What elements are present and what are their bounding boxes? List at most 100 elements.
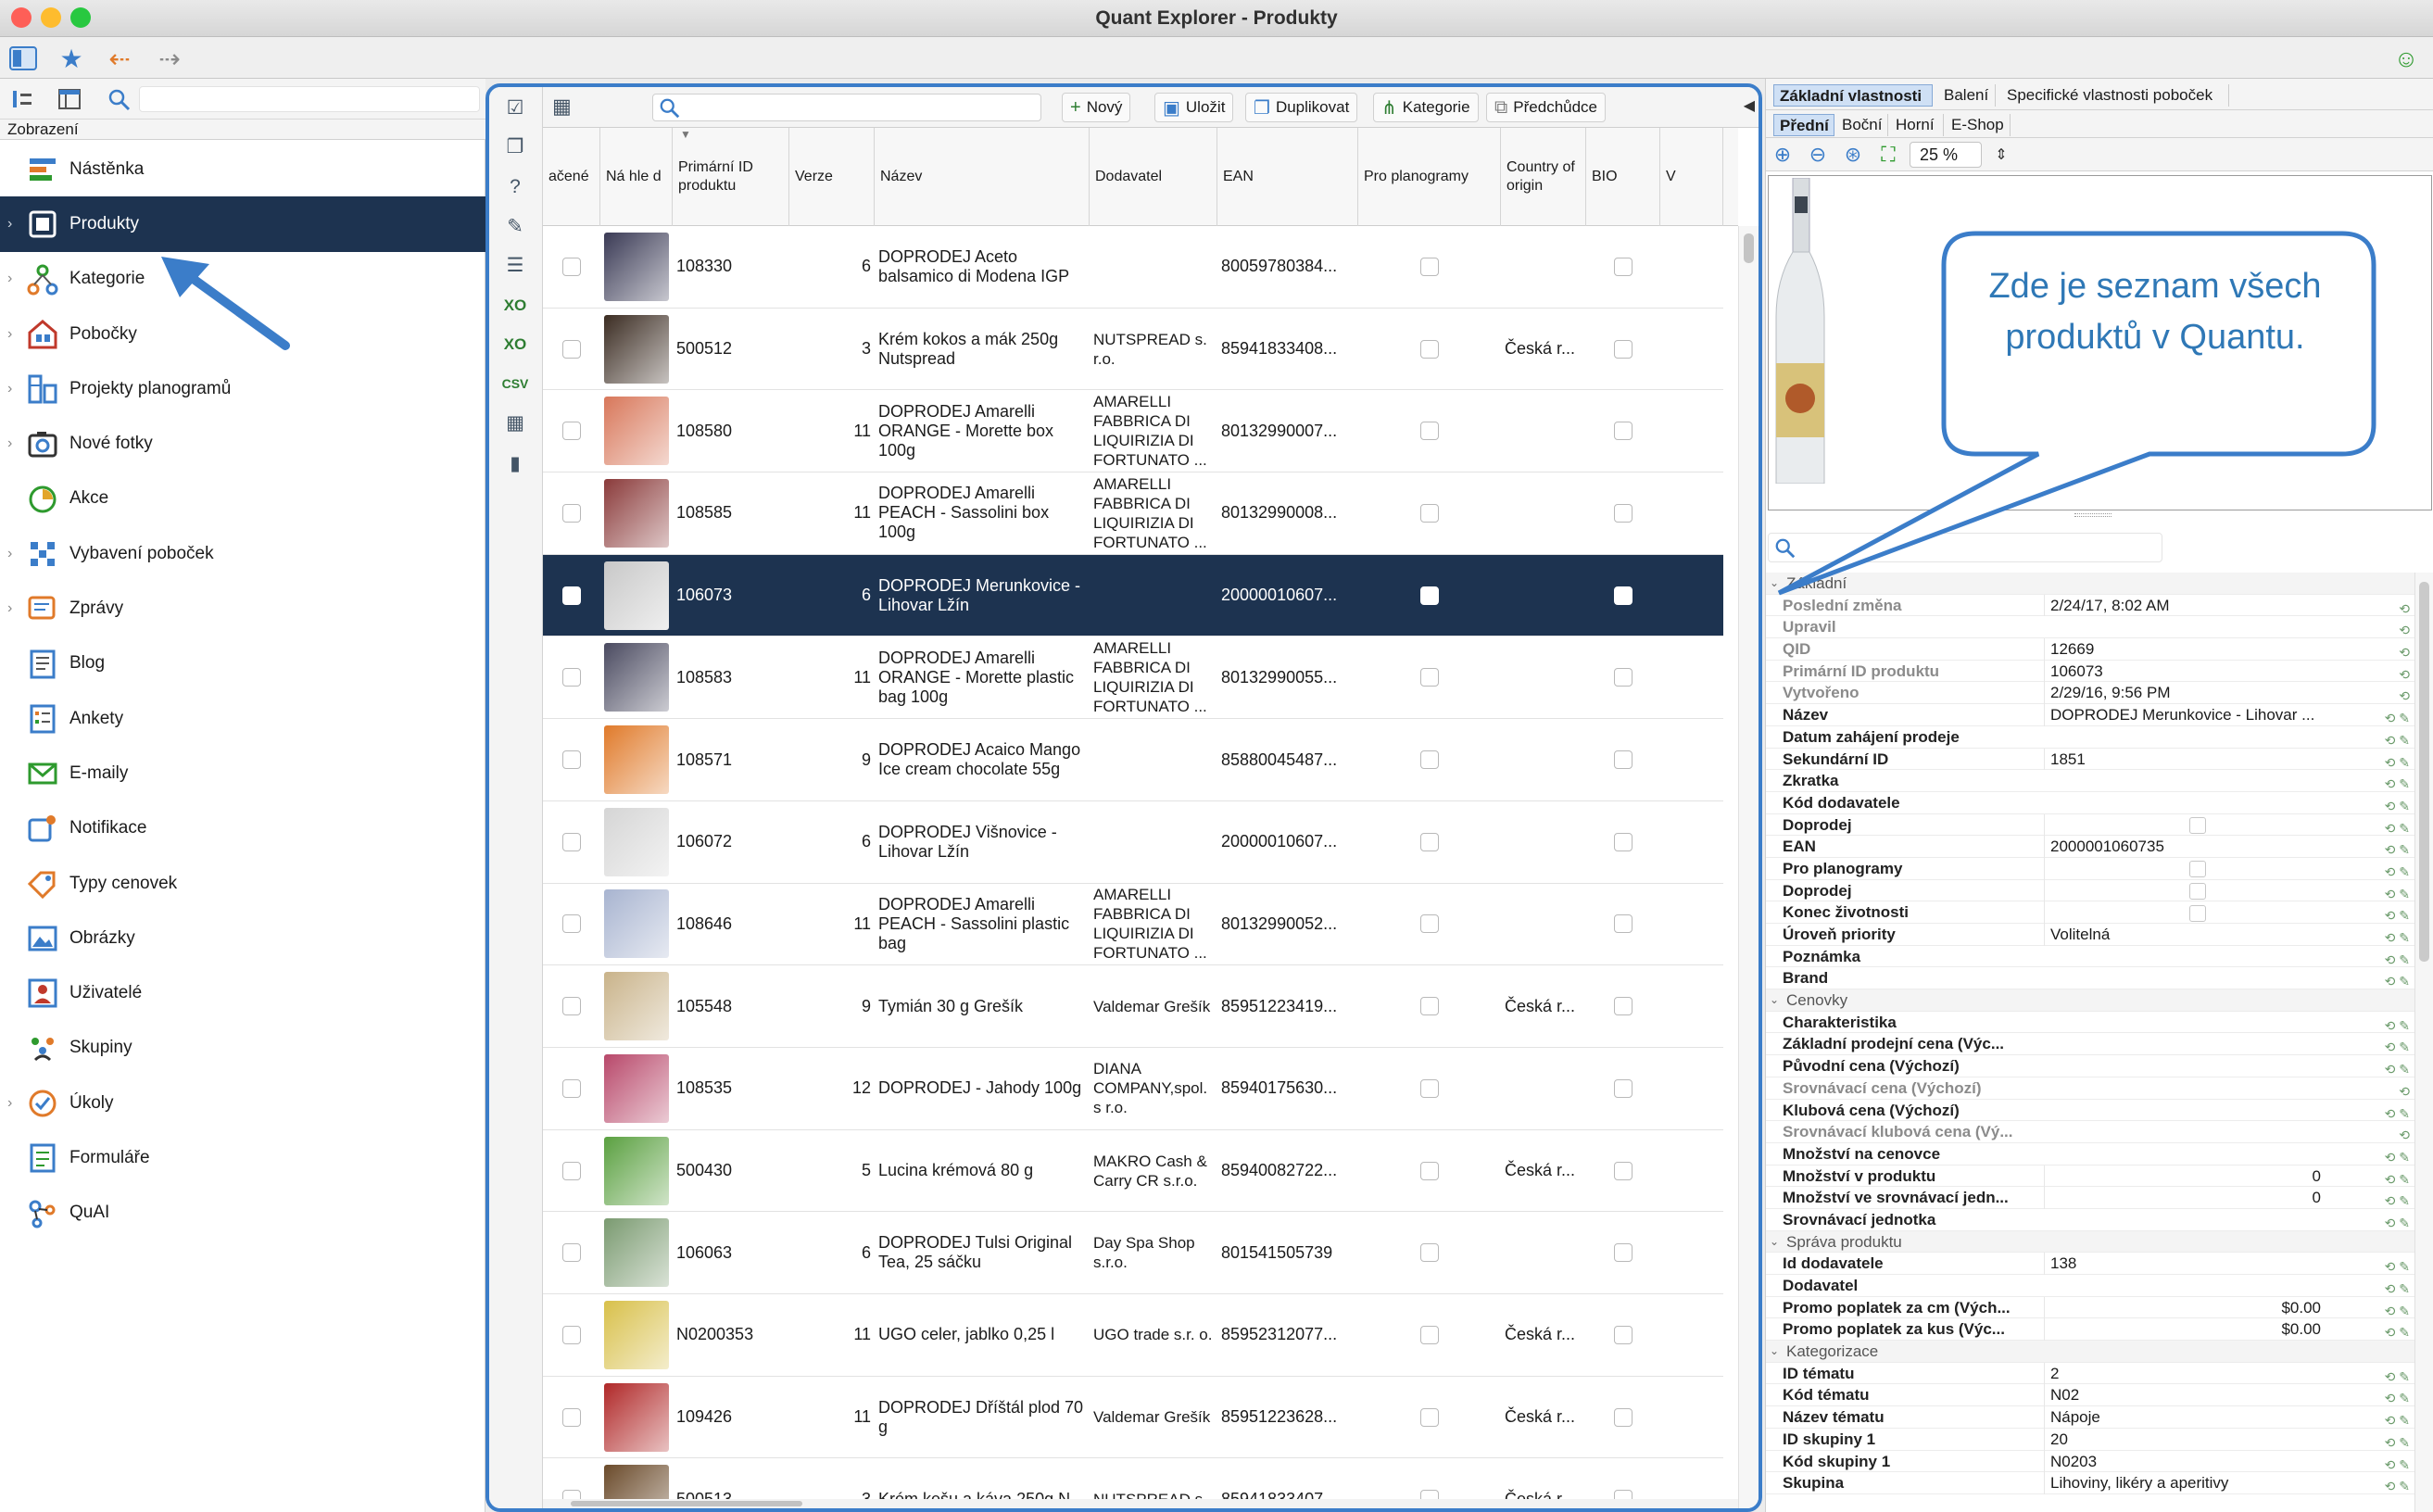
row-checkbox[interactable] bbox=[562, 1078, 581, 1098]
column-header[interactable]: Verze bbox=[789, 128, 875, 226]
sidebar-search-icon[interactable] bbox=[107, 88, 132, 112]
property-row[interactable]: ID tématu 2 ⟲ ✎ bbox=[1766, 1362, 2415, 1385]
property-value[interactable]: Lihoviny, likéry a aperitivy bbox=[2044, 1472, 2326, 1494]
sidebar-item[interactable]: › Vybavení poboček bbox=[0, 526, 485, 581]
sidebar-item[interactable]: Formuláře bbox=[0, 1130, 485, 1185]
panel-collapse-icon[interactable]: ◀ bbox=[1744, 96, 1755, 115]
image-view-tab[interactable]: Přední bbox=[1773, 114, 1834, 136]
copy-icon[interactable]: ❐ bbox=[500, 132, 530, 161]
property-row[interactable]: EAN 2000001060735 ⟲ ✎ bbox=[1766, 836, 2415, 858]
sidebar-item[interactable]: Obrázky bbox=[0, 911, 485, 965]
image-view-tab[interactable]: Boční bbox=[1836, 114, 1888, 136]
column-header[interactable]: Dodavatel bbox=[1090, 128, 1217, 226]
table-row[interactable]: 106072 6 DOPRODEJ Višnovice - Lihovar Lžín… bbox=[543, 801, 1723, 884]
sidebar-item[interactable]: Skupiny bbox=[0, 1021, 485, 1076]
sidebar-item[interactable]: Blog bbox=[0, 636, 485, 691]
property-value[interactable]: Nápoje bbox=[2044, 1406, 2326, 1429]
new-button[interactable]: + Nový bbox=[1062, 93, 1131, 122]
bio-checkbox[interactable] bbox=[1614, 1325, 1633, 1344]
sidebar-item[interactable]: Akce bbox=[0, 472, 485, 526]
table-horizontal-scrollbar[interactable] bbox=[543, 1499, 1738, 1508]
import-xls-icon[interactable]: XO bbox=[500, 330, 530, 359]
sidebar-item[interactable]: QuAI bbox=[0, 1186, 485, 1241]
row-checkbox[interactable] bbox=[562, 668, 581, 687]
property-row[interactable]: Srovnávací klubová cena (Vý... ⟲ bbox=[1766, 1121, 2415, 1143]
chevron-right-icon[interactable]: › bbox=[7, 381, 12, 397]
help-icon[interactable]: ? bbox=[500, 172, 530, 202]
property-value[interactable]: N02 bbox=[2044, 1384, 2326, 1407]
bio-checkbox[interactable] bbox=[1614, 586, 1633, 605]
property-row[interactable]: Sekundární ID 1851 ⟲ ✎ bbox=[1766, 748, 2415, 771]
property-checkbox[interactable] bbox=[2189, 817, 2206, 835]
property-section-header[interactable]: ⌄ Cenovky bbox=[1766, 989, 2415, 1012]
bio-checkbox[interactable] bbox=[1614, 914, 1633, 934]
chevron-right-icon[interactable]: › bbox=[7, 216, 12, 233]
property-row[interactable]: Datum zahájení prodeje ⟲ ✎ bbox=[1766, 726, 2415, 749]
planogram-checkbox[interactable] bbox=[1420, 1161, 1439, 1180]
table-search-input[interactable] bbox=[652, 94, 1041, 121]
sort-arrow-icon[interactable]: ▼ bbox=[680, 128, 691, 141]
chevron-right-icon[interactable]: › bbox=[7, 326, 12, 343]
back-arrow-icon[interactable]: ⇠ bbox=[104, 43, 135, 74]
zoom-level-field[interactable]: 25 % bbox=[1910, 142, 1982, 168]
column-header[interactable]: EAN bbox=[1217, 128, 1358, 226]
property-row[interactable]: Doprodej ⟲ ✎ bbox=[1766, 813, 2415, 837]
bio-checkbox[interactable] bbox=[1614, 422, 1633, 441]
export-csv-icon[interactable]: CSV bbox=[500, 369, 530, 398]
planogram-checkbox[interactable] bbox=[1420, 997, 1439, 1016]
property-value[interactable]: 2000001060735 bbox=[2044, 836, 2326, 858]
planogram-checkbox[interactable] bbox=[1420, 1078, 1439, 1098]
property-row[interactable]: Brand ⟲ ✎ bbox=[1766, 967, 2415, 990]
table-row[interactable]: 108583 11 DOPRODEJ Amarelli ORANGE - Moret… bbox=[543, 637, 1723, 720]
detail-tab[interactable]: Balení bbox=[1938, 84, 1996, 107]
table-row[interactable]: 106063 6 DOPRODEJ Tulsi Original Tea, 25 s… bbox=[543, 1212, 1723, 1295]
bio-checkbox[interactable] bbox=[1614, 832, 1633, 851]
property-value[interactable]: 138 bbox=[2044, 1253, 2326, 1276]
chevron-down-icon[interactable]: ⌄ bbox=[1770, 989, 1779, 1012]
table-settings-icon[interactable]: ▦ bbox=[500, 408, 530, 437]
chart-icon[interactable]: ▮ bbox=[500, 448, 530, 478]
planogram-checkbox[interactable] bbox=[1420, 914, 1439, 934]
property-row[interactable]: Doprodej ⟲ ✎ bbox=[1766, 879, 2415, 902]
property-row[interactable]: Kód dodavatele ⟲ ✎ bbox=[1766, 792, 2415, 814]
bio-checkbox[interactable] bbox=[1614, 257, 1633, 276]
table-row[interactable]: N0200353 11 UGO celer, jablko 0,25 l UGO tr… bbox=[543, 1294, 1723, 1377]
status-smiley-icon[interactable]: ☺ bbox=[2390, 43, 2422, 74]
property-row[interactable]: QID 12669 ⟲ bbox=[1766, 638, 2415, 661]
sidebar-item[interactable]: › Nové fotky bbox=[0, 416, 485, 471]
property-row[interactable]: Základní prodejní cena (Výc... ⟲ ✎ bbox=[1766, 1033, 2415, 1056]
property-row[interactable]: Kód tématu N02 ⟲ ✎ bbox=[1766, 1384, 2415, 1407]
property-row[interactable]: Promo poplatek za cm (Vých... $0.00 ⟲ ✎ bbox=[1766, 1296, 2415, 1319]
detail-tab[interactable]: Základní vlastnosti bbox=[1773, 84, 1933, 107]
table-row[interactable]: 105548 9 Tymián 30 g Grešík Valdemar Grešík… bbox=[543, 965, 1723, 1048]
table-row[interactable]: 500430 5 Lucina krémová 80 g MAKRO Cash & C… bbox=[543, 1130, 1723, 1213]
planogram-checkbox[interactable] bbox=[1420, 257, 1439, 276]
property-value[interactable]: $0.00 bbox=[2044, 1296, 2326, 1319]
sidebar-toggle-icon[interactable] bbox=[7, 43, 39, 74]
chevron-down-icon[interactable]: ⌄ bbox=[1770, 1231, 1779, 1254]
property-row[interactable]: Poznámka ⟲ ✎ bbox=[1766, 946, 2415, 968]
property-value[interactable]: 2/29/16, 9:56 PM bbox=[2044, 682, 2326, 705]
property-value[interactable] bbox=[2044, 901, 2326, 925]
sidebar-item[interactable]: Typy cenovek bbox=[0, 856, 485, 911]
property-scroll-thumb[interactable] bbox=[2419, 582, 2429, 962]
row-checkbox[interactable] bbox=[562, 750, 581, 770]
row-checkbox[interactable] bbox=[562, 257, 581, 276]
row-checkbox[interactable] bbox=[562, 997, 581, 1016]
row-checkbox[interactable] bbox=[562, 1325, 581, 1344]
property-checkbox[interactable] bbox=[2189, 861, 2206, 878]
bio-checkbox[interactable] bbox=[1614, 1078, 1633, 1098]
planogram-checkbox[interactable] bbox=[1420, 339, 1439, 359]
property-value[interactable]: 0 bbox=[2044, 1187, 2326, 1209]
property-value[interactable]: 106073 bbox=[2044, 660, 2326, 683]
table-row[interactable]: 106073 6 DOPRODEJ Merunkovice - Lihovar Lž… bbox=[543, 554, 1723, 637]
row-checkbox[interactable] bbox=[562, 914, 581, 934]
export-xls-icon[interactable]: XO bbox=[500, 291, 530, 321]
property-row[interactable]: Název tématu Nápoje ⟲ ✎ bbox=[1766, 1406, 2415, 1429]
sidebar-item[interactable]: › Produkty bbox=[0, 196, 485, 252]
bio-checkbox[interactable] bbox=[1614, 750, 1633, 770]
property-row[interactable]: Srovnávací cena (Výchozí) ⟲ bbox=[1766, 1077, 2415, 1100]
table-row[interactable]: 108646 11 DOPRODEJ Amarelli PEACH - Sassol… bbox=[543, 884, 1723, 966]
planogram-checkbox[interactable] bbox=[1420, 586, 1439, 605]
list-icon[interactable]: ☰ bbox=[500, 250, 530, 280]
